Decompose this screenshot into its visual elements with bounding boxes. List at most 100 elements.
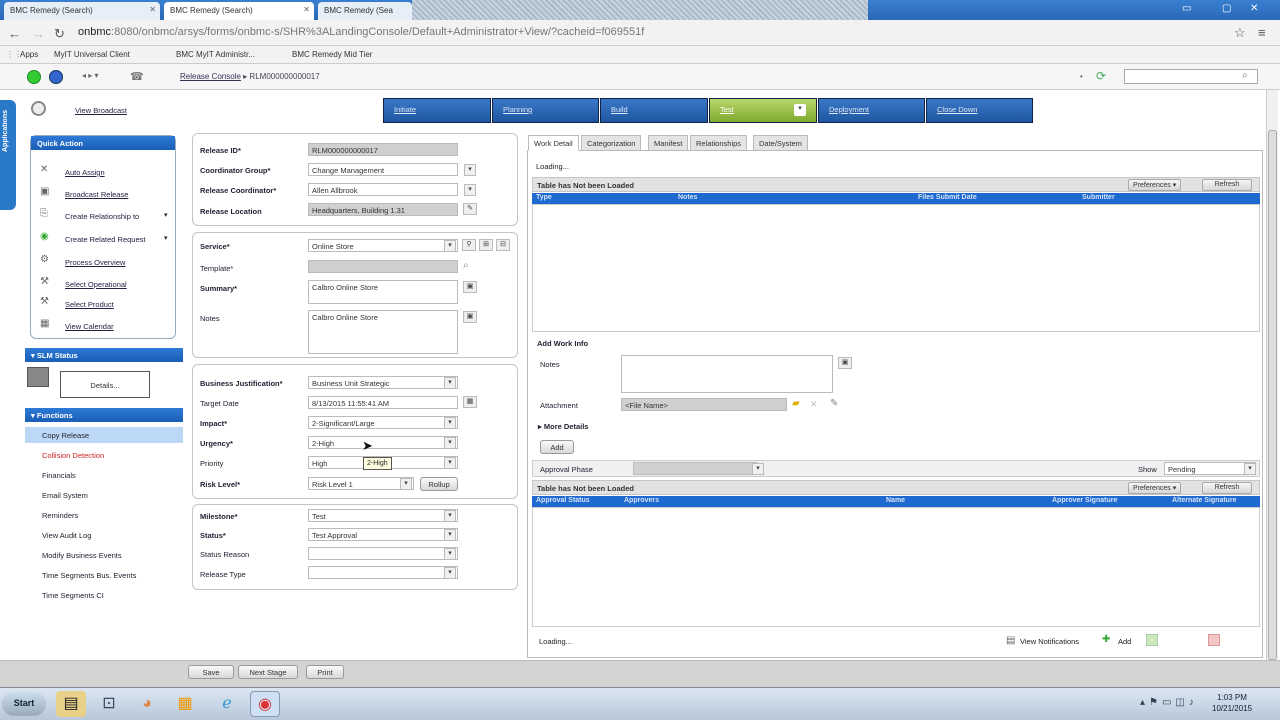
attachment-field[interactable]: <File Name> (621, 398, 787, 411)
approval-phase-field[interactable] (633, 462, 758, 475)
target-date-field[interactable]: 8/13/2015 11:55:41 AM (308, 396, 458, 409)
close-window-icon[interactable]: ✕ (1250, 3, 1258, 14)
close-icon[interactable]: ✕ (149, 5, 156, 14)
risk-level-dropdown-icon[interactable]: ▾ (400, 478, 412, 490)
search-icon[interactable] (49, 70, 63, 84)
paperclip-icon[interactable]: ✎ (830, 398, 838, 409)
work-refresh-button[interactable]: Refresh (1202, 179, 1252, 191)
quick-action-select-product[interactable]: Select Product (65, 300, 114, 309)
nav-arrows-icon[interactable]: ◂ ▸ ▾ (82, 71, 99, 80)
function-view-audit-log[interactable]: View Audit Log (42, 531, 91, 540)
function-copy-release[interactable]: Copy Release (42, 431, 89, 440)
approval-phase-dropdown-icon[interactable]: ▾ (752, 463, 764, 475)
star-icon[interactable]: ☆ (1234, 25, 1246, 41)
work-preferences-button[interactable]: Preferences ▾ (1128, 179, 1182, 191)
business-justification-field[interactable]: Business Unit Strategic (308, 376, 458, 389)
functions-header[interactable]: ▾ Functions (25, 408, 183, 422)
service-lookup-icon[interactable]: ⚲ (462, 239, 476, 251)
col-notes[interactable]: Notes (678, 194, 697, 201)
reload-icon[interactable]: ↻ (54, 26, 65, 42)
col-approvers[interactable]: Approvers (624, 497, 659, 504)
bookmark-midtier[interactable]: BMC Remedy Mid Tier (292, 50, 372, 59)
close-icon[interactable]: ✕ (303, 5, 310, 14)
breadcrumb-link[interactable]: Release Console (180, 72, 241, 81)
col-approval-status[interactable]: Approval Status (536, 497, 590, 504)
risk-level-field[interactable]: Risk Level 1 (308, 477, 414, 490)
col-type[interactable]: Type (536, 194, 552, 201)
stage-close-down[interactable]: Close Down (926, 98, 1033, 123)
col-files-submit-date[interactable]: Files Submit Date (918, 194, 977, 201)
urgency-field[interactable]: 2-High (308, 436, 458, 449)
template-field[interactable] (308, 260, 458, 273)
quick-action-process-overview[interactable]: Process Overview (65, 258, 125, 267)
release-coordinator-field[interactable]: Allen Allbrook (308, 183, 458, 196)
browser-tab-active[interactable]: BMC Remedy (Search) ✕ (164, 2, 314, 20)
function-modify-business-events[interactable]: Modify Business Events (42, 551, 122, 560)
menu-icon[interactable]: ≡ (1258, 25, 1266, 40)
stage-build[interactable]: Build (600, 98, 708, 123)
clock[interactable]: 1:03 PM 10/21/2015 (1212, 692, 1252, 714)
folder-app-icon[interactable]: ▦ (170, 691, 200, 717)
business-justification-dropdown-icon[interactable]: ▾ (444, 377, 456, 389)
firefox-icon[interactable]: ◕ (132, 691, 162, 717)
chevron-down-icon[interactable]: ▾ (164, 234, 168, 242)
explorer-icon[interactable]: ▤ (56, 691, 86, 717)
tab-categorization[interactable]: Categorization (581, 135, 642, 151)
col-approver-signature[interactable]: Approver Signature (1052, 497, 1117, 504)
tab-manifest[interactable]: Manifest (648, 135, 689, 151)
release-type-dropdown-icon[interactable]: ▾ (444, 567, 456, 579)
quick-action-auto-assign[interactable]: Auto Assign (65, 168, 105, 177)
scroll-thumb[interactable] (1268, 130, 1277, 660)
priority-dropdown-icon[interactable]: ▾ (444, 457, 456, 469)
impact-dropdown-icon[interactable]: ▾ (444, 417, 456, 429)
sort-icon[interactable]: • (1080, 72, 1083, 81)
system-tray-icons[interactable]: ▴⚑▭◫♪ (1140, 697, 1198, 708)
stage-deployment[interactable]: Deployment (818, 98, 925, 123)
function-email-system[interactable]: Email System (42, 491, 88, 500)
start-button[interactable]: Start (2, 692, 46, 716)
refresh-icon[interactable]: ⟳ (1096, 69, 1106, 83)
bookmark-apps[interactable]: Apps (20, 50, 38, 59)
impact-field[interactable]: 2-Significant/Large (308, 416, 458, 429)
history-icon[interactable]: ☎ (130, 70, 144, 83)
stage-planning[interactable]: Planning (492, 98, 599, 123)
quick-action-related-request[interactable]: Create Related Request (65, 235, 145, 244)
quick-action-create-relationship[interactable]: Create Relationship to (65, 212, 139, 221)
urgency-dropdown-icon[interactable]: ▾ (444, 437, 456, 449)
coordinator-group-dropdown-icon[interactable]: ▾ (464, 164, 476, 176)
tab-date-system[interactable]: Date/System (753, 135, 808, 151)
gear-icon[interactable] (31, 101, 46, 116)
function-reminders[interactable]: Reminders (42, 511, 78, 520)
summary-field[interactable]: Calbro Online Store (308, 280, 458, 304)
chevron-down-icon[interactable]: ▾ (164, 211, 168, 219)
coordinator-group-field[interactable]: Change Management (308, 163, 458, 176)
edit-location-icon[interactable]: ✎ (463, 203, 477, 215)
service-dropdown-icon[interactable]: ▾ (444, 240, 456, 252)
template-search-icon[interactable]: ⌕ (463, 260, 469, 271)
approval-preferences-button[interactable]: Preferences ▾ (1128, 482, 1182, 494)
status-dropdown-icon[interactable]: ▾ (444, 529, 456, 541)
work-notes-expand-icon[interactable]: ▣ (838, 357, 852, 369)
calendar-icon[interactable]: ▦ (463, 396, 477, 408)
approval-refresh-button[interactable]: Refresh (1202, 482, 1252, 494)
quick-action-view-calendar[interactable]: View Calendar (65, 322, 114, 331)
slm-details-button[interactable]: Details... (60, 371, 150, 398)
status-reason-dropdown-icon[interactable]: ▾ (444, 548, 456, 560)
vertical-scrollbar[interactable] (1266, 90, 1278, 670)
browser-tab[interactable]: BMC Remedy (Search) ✕ (4, 2, 160, 20)
ie-icon[interactable]: ℯ (212, 691, 242, 717)
view-broadcast-link[interactable]: View Broadcast (75, 106, 127, 115)
maximize-icon[interactable]: ▢ (1222, 3, 1231, 14)
show-dropdown-icon[interactable]: ▾ (1244, 463, 1256, 475)
milestone-dropdown-icon[interactable]: ▾ (444, 510, 456, 522)
function-time-segments-ci[interactable]: Time Segments CI (42, 591, 104, 600)
add-work-info-button[interactable]: Add (540, 440, 574, 454)
summary-expand-icon[interactable]: ▣ (463, 281, 477, 293)
print-button[interactable]: Print (306, 665, 344, 679)
service-field[interactable]: Online Store (308, 239, 458, 252)
tab-relationships[interactable]: Relationships (690, 135, 748, 151)
service-clear-icon[interactable]: ⊟ (496, 239, 510, 251)
applications-tab[interactable]: Applications (0, 100, 16, 210)
service-tree-icon[interactable]: ⊞ (479, 239, 493, 251)
search-icon[interactable]: ⌕ (1242, 70, 1248, 81)
